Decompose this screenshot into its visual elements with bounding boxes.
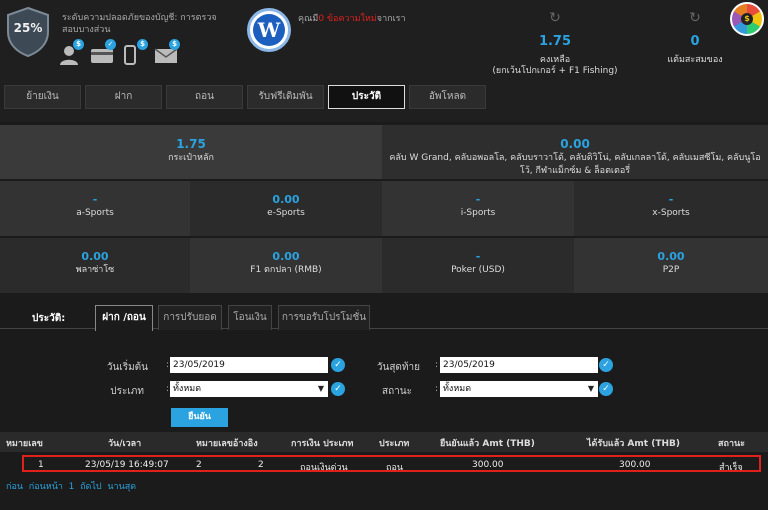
badge-icon: $ (73, 39, 84, 50)
main-wallet-value: 1.75 (176, 137, 206, 151)
row-ref-b: 2 (258, 460, 264, 470)
pager-last[interactable]: นานสุด (107, 482, 136, 492)
tab-deposit[interactable]: ฝาก (85, 85, 162, 109)
phone-verify-icon[interactable]: $ (122, 39, 148, 66)
col-reference: หมายเลขอ้างอิง (196, 439, 258, 449)
row-confirmed: 300.00 (472, 460, 504, 470)
pager-page-1[interactable]: 1 (69, 482, 75, 492)
refresh-icon[interactable]: ↻ (480, 10, 630, 26)
pager-prev[interactable]: ก่อนหน้า (29, 482, 63, 492)
main-balance-box: ↻ 1.75 คงเหลือ (ยกเว้นโปกเกอร์ + F1 Fish… (480, 10, 630, 77)
new-messages-text[interactable]: คุณมี0 ข้อความใหม่จากเรา (298, 11, 406, 25)
badge-icon: $ (137, 39, 148, 50)
history-label: ประวัติ: (32, 313, 66, 324)
tab-upload[interactable]: อัพโหลด (409, 85, 486, 109)
club-wallet: 0.00 คลับ W Grand, คลับอพอลโล, คลับบราวา… (382, 125, 768, 179)
col-finance-type: การเงิน ประเภท (291, 439, 354, 449)
tab-promotions[interactable]: การขอรับโปรโมชั่น (278, 305, 370, 330)
chevron-down-icon: ▼ (587, 384, 594, 393)
points-label: แต้มสะสมของ (667, 55, 723, 65)
tab-deposit-withdraw[interactable]: ฝาก /ถอน (95, 305, 153, 331)
points-value: 0 (690, 34, 700, 49)
badge-icon: $ (169, 39, 180, 50)
row-datetime: 23/05/19 16:49:07 (85, 460, 169, 470)
tab-adjustments[interactable]: การปรับยอด (158, 305, 222, 330)
tab-transfers[interactable]: โอนเงิน (228, 305, 272, 330)
row-status: สำเร็จ (719, 463, 743, 473)
start-date-label: วันเริ่มต้น (106, 362, 148, 373)
row-number: 1 (38, 460, 44, 470)
main-balance-note: (ยกเว้นโปกเกอร์ + F1 Fishing) (492, 66, 618, 76)
status-label: สถานะ (382, 386, 412, 397)
club-wallet-label: คลับ W Grand, คลับอพอลโล, คลับบราวาโด้, … (389, 153, 761, 163)
profile-verify-icon[interactable]: $ (58, 39, 84, 66)
pagination: ก่อน ก่อนหน้า 1 ถัดไป นานสุด (6, 479, 136, 493)
col-confirmed-amt: ยืนยันแล้ว Amt (THB) (440, 439, 535, 449)
col-type: ประเภท (379, 439, 410, 449)
col-received-amt: ได้รับแล้ว Amt (THB) (587, 439, 680, 449)
main-wallet-label: กระเป๋าหลัก (168, 153, 214, 163)
history-table-header: หมายเลข วัน/เวลา หมายเลขอ้างอิง การเงิน … (0, 432, 768, 452)
w-brand-logo: W (247, 8, 291, 52)
row-type: ถอน (386, 463, 404, 473)
wallet-e-sports: 0.00 e-Sports (190, 181, 382, 236)
tab-history[interactable]: ประวัติ (328, 85, 405, 109)
end-date-label: วันสุดท้าย (376, 362, 420, 373)
tab-withdraw[interactable]: ถอน (166, 85, 243, 109)
type-select[interactable]: ทั้งหมด ▼ (170, 381, 328, 397)
security-percent: 25% (13, 21, 43, 35)
wallet-p2p: 0.00 P2P (574, 238, 768, 293)
check-icon: ✓ (599, 358, 613, 372)
security-level-text: ระดับความปลอดภัยของบัญชี: การตรวจสอบบางส… (62, 13, 217, 35)
email-verify-icon[interactable]: $ (154, 39, 180, 66)
chevron-down-icon: ▼ (317, 384, 324, 393)
club-wallet-label-cont: โว้, กีฬาแม็กซ์ม & ล็อตเตอรี่ (519, 166, 631, 176)
end-date-input[interactable]: 23/05/2019 (440, 357, 598, 373)
wallet-i-sports: - i-Sports (382, 181, 574, 236)
row-received: 300.00 (619, 460, 651, 470)
col-status: สถานะ (718, 439, 745, 449)
wallet-summary: 1.75 กระเป๋าหลัก 0.00 คลับ W Grand, คลับ… (0, 125, 768, 179)
points-box: ↻ 0 แต้มสะสมของ (650, 10, 740, 66)
tab-transfer[interactable]: ย้ายเงิน (4, 85, 81, 109)
check-icon: ✓ (599, 382, 613, 396)
type-label: ประเภท (110, 386, 144, 397)
tab-free-bet[interactable]: รับฟรีเดิมพัน (247, 85, 324, 109)
history-section: ประวัติ: ฝาก /ถอน การปรับยอด โอนเงิน การ… (0, 295, 768, 510)
verification-icons: $ ✓ $ $ (58, 39, 180, 66)
club-wallet-value: 0.00 (560, 137, 590, 151)
main-balance-label: คงเหลือ (539, 55, 571, 65)
wallet-a-sports: - a-Sports (0, 181, 190, 236)
row-finance-type: ถอนเงินด่วน (300, 463, 348, 473)
bank-card-verify-icon[interactable]: ✓ (90, 39, 116, 66)
main-balance-value: 1.75 (538, 34, 572, 49)
confirm-button[interactable]: ยืนยัน (171, 408, 228, 427)
lucky-wheel-icon[interactable]: $ (730, 2, 764, 36)
wallet-plaza: 0.00 พลาซ่าโซ (0, 238, 190, 293)
wallet-x-sports: - x-Sports (574, 181, 768, 236)
col-number: หมายเลข (6, 439, 43, 449)
security-shield-icon: 25% (6, 6, 50, 58)
history-tabs: ประวัติ: ฝาก /ถอน การปรับยอด โอนเงิน การ… (0, 305, 768, 331)
check-badge-icon: ✓ (105, 39, 116, 50)
product-wallet-grid: - a-Sports 0.00 e-Sports - i-Sports - x-Spor… (0, 181, 768, 293)
row-ref-a: 2 (196, 460, 202, 470)
check-icon: ✓ (331, 358, 345, 372)
refresh-icon[interactable]: ↻ (650, 10, 740, 26)
start-date-input[interactable]: 23/05/2019 (170, 357, 328, 373)
status-select[interactable]: ทั้งหมด ▼ (440, 381, 598, 397)
pager-first[interactable]: ก่อน (6, 482, 23, 492)
wallet-poker: - Poker (USD) (382, 238, 574, 293)
account-tabs: ย้ายเงิน ฝาก ถอน รับฟรีเดิมพัน ประวัติ อ… (4, 85, 486, 109)
col-datetime: วัน/เวลา (108, 439, 142, 449)
main-wallet: 1.75 กระเป๋าหลัก (0, 125, 382, 179)
wallet-f1-fishing: 0.00 F1 ตกปลา (RMB) (190, 238, 382, 293)
check-icon: ✓ (331, 382, 345, 396)
pager-next[interactable]: ถัดไป (80, 482, 102, 492)
account-header: 25% ระดับความปลอดภัยของบัญชี: การตรวจสอบ… (0, 0, 768, 122)
